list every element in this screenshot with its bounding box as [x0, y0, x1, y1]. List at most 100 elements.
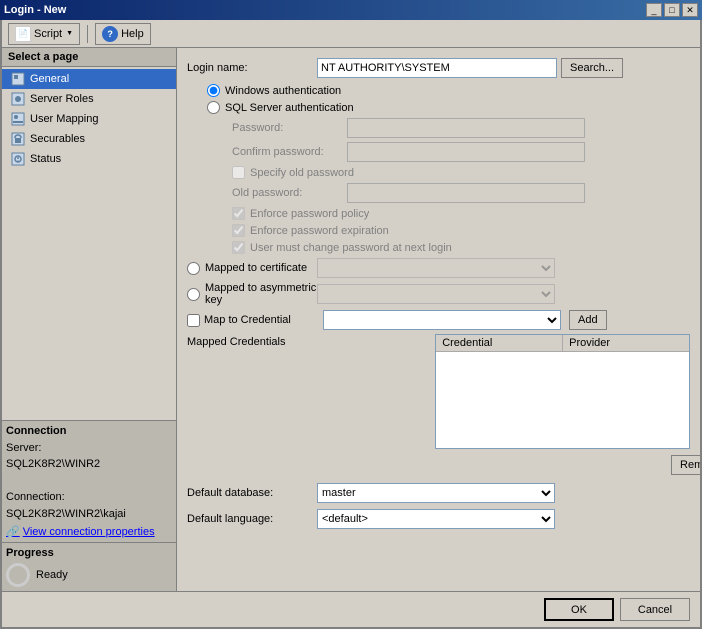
sql-auth-radio[interactable]: [207, 101, 220, 114]
toolbar: 📄 Script ▼ ? Help: [2, 20, 700, 48]
confirm-password-label: Confirm password:: [232, 146, 347, 158]
mapped-cert-row: Mapped to certificate: [187, 258, 690, 278]
windows-auth-row: Windows authentication: [207, 84, 690, 97]
provider-col-header: Provider: [563, 335, 689, 351]
password-section: Password: Confirm password:: [232, 118, 690, 162]
specify-old-password-checkbox[interactable]: [232, 166, 245, 179]
map-to-credential-label: Map to Credential: [204, 314, 319, 326]
old-password-section: Old password:: [232, 183, 690, 203]
general-icon: [10, 71, 26, 87]
maximize-button[interactable]: □: [664, 3, 680, 17]
server-label: Server:: [6, 440, 172, 457]
old-password-input[interactable]: [347, 183, 585, 203]
bottom-bar: OK Cancel: [2, 591, 700, 627]
connection-title: Connection: [6, 425, 172, 437]
user-must-change-row: User must change password at next login: [232, 241, 690, 254]
enforce-policy-label: Enforce password policy: [250, 208, 369, 220]
sidebar-item-general-label: General: [30, 73, 69, 85]
securables-icon: [10, 131, 26, 147]
default-language-row: Default language: <default>: [187, 509, 690, 529]
title-bar: Login - New _ □ ✕: [0, 0, 702, 20]
server-value: SQL2K8R2\WINR2: [6, 456, 172, 473]
script-button[interactable]: 📄 Script ▼: [8, 23, 80, 45]
map-to-credential-row: Map to Credential Add: [187, 310, 690, 330]
link-icon: 🔗: [6, 525, 20, 538]
sidebar-item-user-mapping[interactable]: User Mapping: [2, 109, 176, 129]
script-dropdown-arrow: ▼: [66, 30, 73, 37]
login-name-row: Login name: Search...: [187, 58, 690, 78]
mapped-asym-select[interactable]: [317, 284, 555, 304]
sidebar-item-user-mapping-label: User Mapping: [30, 113, 98, 125]
sidebar-item-server-roles[interactable]: Server Roles: [2, 89, 176, 109]
sidebar-section-title: Select a page: [2, 48, 176, 67]
minimize-button[interactable]: _: [646, 3, 662, 17]
sidebar-item-general[interactable]: General: [2, 69, 176, 89]
mapped-asym-row: Mapped to asymmetric key: [187, 282, 690, 306]
help-icon: ?: [102, 26, 118, 42]
enforce-expiration-row: Enforce password expiration: [232, 224, 690, 237]
mapped-cert-select[interactable]: [317, 258, 555, 278]
user-mapping-icon: [10, 111, 26, 127]
auth-section: Windows authentication SQL Server authen…: [207, 84, 690, 114]
mapped-cert-radio[interactable]: [187, 262, 200, 275]
remove-button-row: Remove: [317, 455, 700, 475]
server-roles-icon: [10, 91, 26, 107]
windows-auth-radio[interactable]: [207, 84, 220, 97]
enforce-policy-row: Enforce password policy: [232, 207, 690, 220]
enforce-expiration-checkbox[interactable]: [232, 224, 245, 237]
enforce-expiration-label: Enforce password expiration: [250, 225, 389, 237]
login-name-input[interactable]: [317, 58, 557, 78]
sql-auth-label: SQL Server authentication: [225, 102, 354, 114]
connection-text: Server: SQL2K8R2\WINR2 Connection: SQL2K…: [6, 440, 172, 523]
sidebar-item-server-roles-label: Server Roles: [30, 93, 94, 105]
help-button[interactable]: ? Help: [95, 23, 151, 45]
main-window: 📄 Script ▼ ? Help Select a page General: [0, 20, 702, 629]
windows-auth-label: Windows authentication: [225, 85, 341, 97]
progress-content: Ready: [6, 563, 172, 587]
progress-title: Progress: [6, 547, 172, 559]
search-button[interactable]: Search...: [561, 58, 623, 78]
map-to-credential-select[interactable]: [323, 310, 561, 330]
old-password-row: Old password:: [232, 183, 690, 203]
old-password-label: Old password:: [232, 187, 347, 199]
password-input[interactable]: [347, 118, 585, 138]
cancel-button[interactable]: Cancel: [620, 598, 690, 621]
remove-button[interactable]: Remove: [671, 455, 700, 475]
sidebar: Select a page General Server Roles: [2, 48, 177, 591]
credentials-grid: Credential Provider: [435, 334, 690, 449]
progress-status: Ready: [36, 569, 68, 581]
mapped-asym-radio[interactable]: [187, 288, 200, 301]
sidebar-item-securables-label: Securables: [30, 133, 85, 145]
default-language-select[interactable]: <default>: [317, 509, 555, 529]
main-panel: Login name: Search... Windows authentica…: [177, 48, 700, 591]
mapped-cert-label: Mapped to certificate: [205, 262, 307, 274]
default-database-select[interactable]: master: [317, 483, 555, 503]
toolbar-separator: [87, 25, 88, 43]
close-button[interactable]: ✕: [682, 3, 698, 17]
script-icon: 📄: [15, 26, 31, 42]
progress-section: Progress Ready: [2, 542, 176, 591]
user-must-change-checkbox[interactable]: [232, 241, 245, 254]
status-icon: [10, 151, 26, 167]
ok-button[interactable]: OK: [544, 598, 614, 621]
login-name-label: Login name:: [187, 62, 317, 74]
credentials-header: Credential Provider: [436, 335, 689, 352]
help-label: Help: [121, 28, 144, 40]
default-database-row: Default database: master: [187, 483, 690, 503]
default-language-label: Default language:: [187, 513, 317, 525]
content-area: Select a page General Server Roles: [2, 48, 700, 591]
password-row: Password:: [232, 118, 690, 138]
credential-col-header: Credential: [436, 335, 563, 351]
title-bar-controls: _ □ ✕: [646, 3, 698, 17]
sidebar-item-status[interactable]: Status: [2, 149, 176, 169]
add-button[interactable]: Add: [569, 310, 607, 330]
enforce-policy-checkbox[interactable]: [232, 207, 245, 220]
connection-label: Connection:: [6, 489, 172, 506]
view-connection-properties-link[interactable]: 🔗 View connection properties: [6, 525, 172, 538]
connection-section: Connection Server: SQL2K8R2\WINR2 Connec…: [2, 420, 176, 543]
view-connection-properties-label: View connection properties: [23, 526, 155, 538]
sql-auth-row: SQL Server authentication: [207, 101, 690, 114]
confirm-password-input[interactable]: [347, 142, 585, 162]
map-to-credential-checkbox[interactable]: [187, 314, 200, 327]
sidebar-item-securables[interactable]: Securables: [2, 129, 176, 149]
